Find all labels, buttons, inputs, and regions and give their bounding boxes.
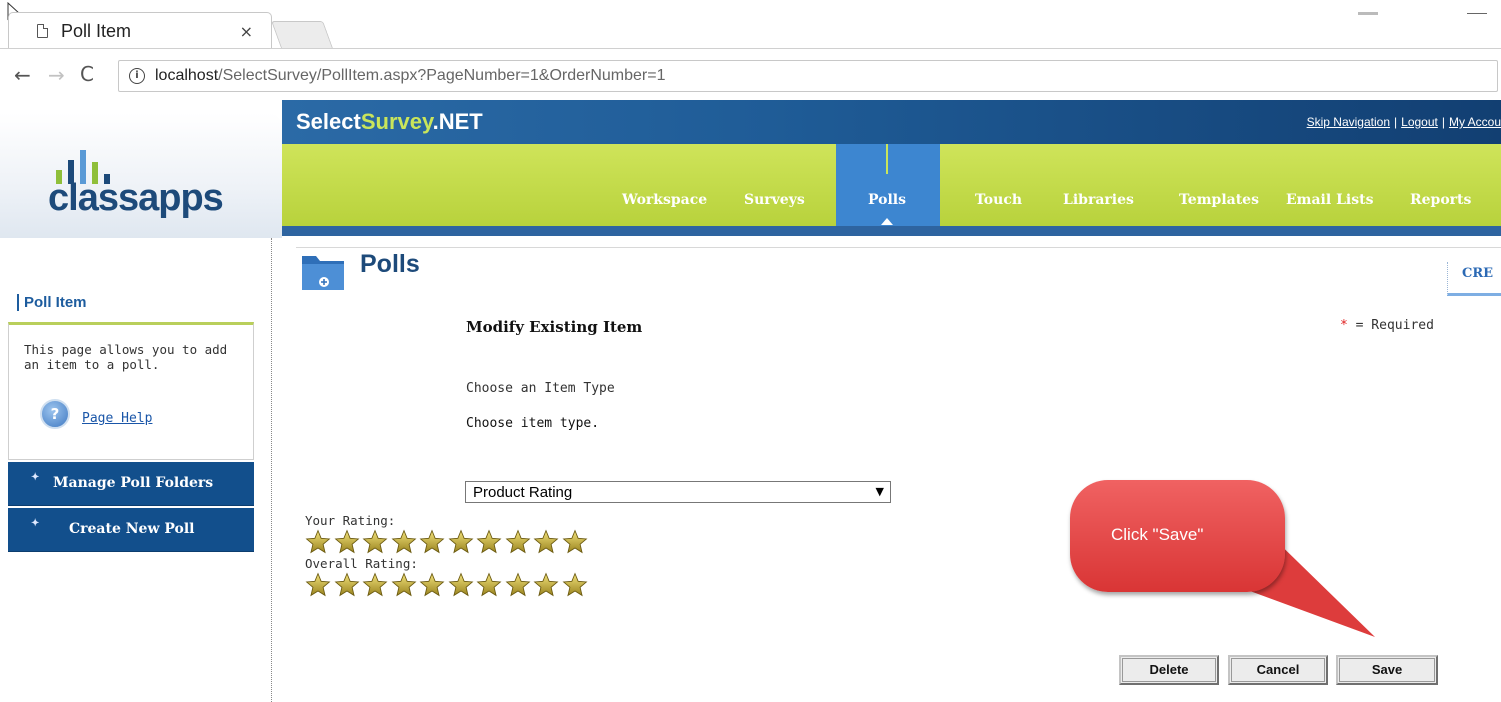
forward-arrow-icon[interactable]: → xyxy=(48,63,65,87)
rating-star-icon xyxy=(391,572,420,598)
window-minimize-button[interactable] xyxy=(1358,12,1378,15)
url-path: /SelectSurvey/PollItem.aspx?PageNumber=1… xyxy=(218,67,666,84)
browser-toolbar: ← → C i localhost/SelectSurvey/PollItem.… xyxy=(0,48,1501,100)
nav-bottom-strip xyxy=(282,226,1501,236)
rating-star-icon[interactable] xyxy=(362,529,391,555)
your-rating-stars[interactable] xyxy=(305,529,590,555)
new-tab-button[interactable] xyxy=(271,21,333,48)
left-sidebar: Poll Item This page allows you to add an… xyxy=(0,238,272,702)
window-control-button[interactable] xyxy=(1467,13,1487,14)
rating-star-icon[interactable] xyxy=(334,529,363,555)
bullet-star-icon: ✦ xyxy=(31,518,40,529)
rating-star-icon xyxy=(533,572,562,598)
url-text[interactable]: localhost/SelectSurvey/PollItem.aspx?Pag… xyxy=(155,67,665,85)
back-arrow-icon[interactable]: ← xyxy=(14,63,31,87)
nav-workspace[interactable]: Workspace xyxy=(622,192,707,208)
rating-star-icon[interactable] xyxy=(533,529,562,555)
rating-star-icon xyxy=(476,572,505,598)
nav-templates[interactable]: Templates xyxy=(1179,192,1259,208)
rating-star-icon xyxy=(505,572,534,598)
rating-star-icon[interactable] xyxy=(562,529,591,555)
rating-star-icon[interactable] xyxy=(419,529,448,555)
page-help-link[interactable]: Page Help xyxy=(82,411,152,426)
skip-navigation-link[interactable]: Skip Navigation xyxy=(1307,115,1390,129)
site-header: classapps SelectSurvey.NET Skip Navigati… xyxy=(0,100,1501,238)
overall-rating-stars xyxy=(305,572,590,598)
rating-star-icon xyxy=(448,572,477,598)
rating-star-icon[interactable] xyxy=(505,529,534,555)
help-icon[interactable]: ? xyxy=(40,399,70,429)
brand-name: SelectSurvey.NET xyxy=(296,109,483,135)
link-separator: | xyxy=(1394,115,1398,129)
nav-libraries[interactable]: Libraries xyxy=(1063,192,1134,208)
rating-star-icon xyxy=(562,572,591,598)
required-star: * xyxy=(1340,318,1348,333)
header-links: Skip Navigation | Logout | My Accou xyxy=(1307,115,1501,129)
link-separator: | xyxy=(1441,115,1445,129)
delete-button[interactable]: Delete xyxy=(1119,655,1219,685)
item-type-select[interactable]: Product Rating ▼ xyxy=(465,481,891,503)
browser-tabstrip: Poll Item × xyxy=(0,0,1501,48)
reload-icon[interactable]: C xyxy=(80,62,94,86)
button-label: Manage Poll Folders xyxy=(53,475,214,491)
folder-icon xyxy=(302,256,344,290)
dropdown-arrow-icon[interactable]: ▼ xyxy=(876,485,884,498)
cancel-button[interactable]: Cancel xyxy=(1228,655,1328,685)
save-button[interactable]: Save xyxy=(1336,655,1438,685)
logo-panel: classapps xyxy=(0,113,282,238)
nav-polls[interactable]: Polls xyxy=(868,192,906,208)
required-text: = Required xyxy=(1347,318,1434,333)
document-icon xyxy=(37,24,48,38)
item-type-selected-value: Product Rating xyxy=(473,484,573,501)
nav-email-lists[interactable]: Email Lists xyxy=(1286,192,1373,208)
your-rating-label: Your Rating: xyxy=(305,513,396,528)
nav-reports[interactable]: Reports xyxy=(1410,192,1471,208)
nav-active-caret-icon xyxy=(881,218,893,225)
my-account-link[interactable]: My Accou xyxy=(1449,115,1501,129)
overall-rating-label: Overall Rating: xyxy=(305,556,418,571)
browser-tab[interactable]: Poll Item × xyxy=(8,12,272,48)
rating-star-icon xyxy=(362,572,391,598)
required-note: * = Required xyxy=(1340,318,1434,333)
rating-star-icon[interactable] xyxy=(476,529,505,555)
callout-text: Click "Save" xyxy=(1111,525,1204,544)
button-label: Create New Poll xyxy=(69,521,195,537)
brand-name-suffix: .NET xyxy=(432,109,483,134)
item-type-instruction: Choose item type. xyxy=(466,416,600,431)
brand-name-part: Select xyxy=(296,109,361,134)
logout-link[interactable]: Logout xyxy=(1401,115,1438,129)
address-bar[interactable]: i localhost/SelectSurvey/PollItem.aspx?P… xyxy=(118,60,1498,92)
sidebar-title: Poll Item xyxy=(17,294,87,311)
create-new-poll-button[interactable]: ✦ Create New Poll xyxy=(8,508,254,552)
rating-star-icon xyxy=(419,572,448,598)
bullet-star-icon: ✦ xyxy=(31,472,40,483)
rating-star-icon[interactable] xyxy=(305,529,334,555)
logo-text[interactable]: classapps xyxy=(48,177,224,220)
tab-title: Poll Item xyxy=(61,21,132,41)
brand-name-accent: Survey xyxy=(360,109,433,134)
sidebar-description: This page allows you to add an item to a… xyxy=(24,342,228,372)
content-divider xyxy=(296,247,1501,248)
info-icon[interactable]: i xyxy=(129,68,145,84)
nav-surveys[interactable]: Surveys xyxy=(744,192,805,208)
item-type-heading: Choose an Item Type xyxy=(466,381,615,396)
brand-bar: SelectSurvey.NET Skip Navigation | Logout |… xyxy=(282,100,1501,144)
rating-star-icon[interactable] xyxy=(391,529,420,555)
rating-star-icon xyxy=(334,572,363,598)
manage-poll-folders-button[interactable]: ✦ Manage Poll Folders xyxy=(8,462,254,506)
page-title: Polls xyxy=(360,250,420,278)
rating-star-icon xyxy=(305,572,334,598)
url-host: localhost xyxy=(155,67,219,84)
tab-create[interactable]: CRE xyxy=(1447,262,1501,296)
rating-star-icon[interactable] xyxy=(448,529,477,555)
nav-touch[interactable]: Touch xyxy=(975,192,1022,208)
tab-close-icon[interactable]: × xyxy=(240,22,253,41)
section-title: Modify Existing Item xyxy=(466,318,643,336)
